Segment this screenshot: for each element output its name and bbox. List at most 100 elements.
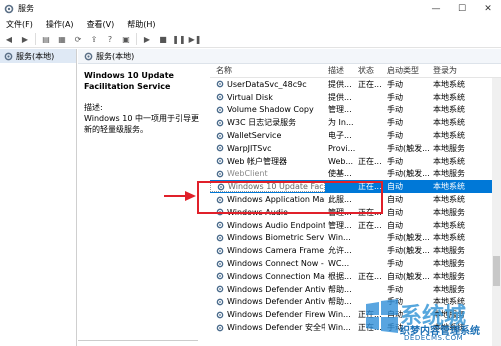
table-row[interactable]: WalletService 电子... 手动 本地系统 [210, 129, 501, 142]
cell-startup-type: 自动 [387, 220, 403, 230]
forward-arrow-icon[interactable]: ▶ [19, 33, 31, 45]
table-row[interactable]: Windows Audio Endpoint B...管理... 正在... 自动 本… [210, 219, 501, 232]
description-label: 描述: [84, 103, 103, 112]
service-name: Windows Defender 安全中... [227, 323, 325, 333]
description-text: Windows 10 中一项用于引导更新的轻量级服务。 [84, 114, 199, 134]
cell-startup-type: 手动(触发... [387, 143, 430, 153]
table-row[interactable]: Volume Shadow Copy 管理... 手动 本地系统 [210, 104, 501, 117]
menu-file[interactable]: 文件(F) [6, 19, 33, 30]
windows-logo-icon [366, 299, 398, 333]
description-pane: Windows 10 Update Facilitation Service 描… [78, 64, 208, 346]
cell-log-on-as: 本地服务 [433, 143, 465, 153]
cell-log-on-as: 本地系统 [433, 131, 465, 141]
cell-description: 帮助... [328, 284, 352, 294]
cell-name: UserDataSvc_48c9c [210, 80, 325, 89]
service-name: Windows Defender Antivir... [227, 284, 325, 294]
cell-description: 管理... [328, 105, 352, 115]
table-row[interactable]: Virtual Disk 提供... 手动 本地系统 [210, 91, 501, 104]
service-gear-icon [216, 221, 224, 229]
cell-startup-type: 手动 [387, 131, 403, 141]
menu-action[interactable]: 操作(A) [46, 19, 74, 30]
cell-name: Windows Defender Antivir... [210, 297, 325, 306]
menu-view[interactable]: 查看(V) [87, 19, 115, 30]
cell-log-on-as: 本地系统 [433, 79, 465, 89]
export-list-icon[interactable]: ⇪ [88, 33, 100, 45]
cell-startup-type: 自动(触发... [387, 271, 430, 281]
cell-startup-type: 手动(触发... [387, 169, 430, 179]
window-title: 服务 [18, 4, 34, 13]
table-row[interactable]: Windows Biometric Service Win... 手动(触发... 本… [210, 232, 501, 245]
help-icon[interactable]: ? [104, 33, 116, 45]
restart-service-icon[interactable]: ▶❚ [189, 33, 202, 45]
services-header: 服务(本地) [78, 49, 501, 64]
column-status[interactable]: 状态 [355, 65, 384, 76]
cell-startup-type: 自动 [387, 182, 403, 192]
column-description[interactable]: 描述 [325, 65, 355, 76]
cell-log-on-as: 本地服务 [433, 259, 465, 269]
service-name: UserDataSvc_48c9c [227, 79, 307, 89]
table-row[interactable]: W3C 日志记录服务 为 In... 手动 本地系统 [210, 116, 501, 129]
gear-icon [4, 52, 13, 60]
close-button[interactable]: ✕ [475, 0, 501, 17]
cell-name: Windows Defender 安全中... [210, 322, 325, 333]
service-name: Windows Audio Endpoint B... [227, 220, 325, 230]
pause-service-icon[interactable]: ❚❚ [172, 33, 185, 45]
table-row[interactable]: Windows Camera Frame S...允许... 手动(触发...本地… [210, 244, 501, 257]
cell-description: 电子... [328, 131, 352, 141]
service-gear-icon [216, 145, 224, 152]
cell-description: Provi... [328, 143, 355, 153]
table-row[interactable]: Windows Connection Man...根据... 正在... 自动(触发… [210, 270, 501, 283]
cell-log-on-as: 本地系统 [433, 195, 465, 205]
refresh-icon[interactable]: ⟳ [72, 33, 84, 45]
toolbar: ◀ ▶ ▤ ▦ ⟳ ⇪ ? ▣ ▶ ■ ❚❚ ▶❚ [0, 31, 501, 48]
column-startup-type[interactable]: 启动类型 [384, 65, 430, 76]
table-row[interactable]: Windows Connect Now - C...WC... 手动 本地服务 [210, 257, 501, 270]
scrollbar-thumb[interactable] [493, 256, 500, 286]
cell-status: 正在... [358, 156, 382, 166]
service-name: WarpJITSvc [227, 143, 272, 153]
cell-startup-type: 手动(触发... [387, 233, 430, 243]
cell-name: Web 帐户管理器 [210, 156, 325, 167]
cell-description: 使基... [328, 169, 352, 179]
service-gear-icon [216, 311, 224, 319]
cell-description: 管理... [328, 220, 352, 230]
watermark-url: DEDECMS.COM [404, 334, 464, 342]
services-header-title: 服务(本地) [96, 51, 135, 61]
service-gear-icon [216, 247, 224, 255]
window-controls: — ☐ ✕ [423, 0, 501, 17]
selected-service-name: Windows 10 Update Facilitation Service [84, 71, 174, 91]
service-gear-icon [216, 273, 224, 280]
properties-icon[interactable]: ▦ [56, 33, 68, 45]
tree-item-services-local[interactable]: 服务(本地) [0, 49, 76, 63]
column-name[interactable]: 名称 [210, 65, 325, 76]
cell-log-on-as: 本地系统 [433, 156, 465, 166]
cell-description: Web... [328, 156, 354, 166]
service-gear-icon [216, 106, 224, 114]
cell-name: W3C 日志记录服务 [210, 117, 325, 128]
maximize-button[interactable]: ☐ [449, 0, 475, 17]
cell-status: 正在... [358, 271, 382, 281]
console-tree-icon[interactable]: ▤ [40, 33, 52, 45]
cell-log-on-as: 本地服务 [433, 246, 465, 256]
table-row[interactable]: WarpJITSvc Provi... 手动(触发... 本地服务 [210, 142, 501, 155]
show-hide-icon[interactable]: ▣ [120, 33, 132, 45]
back-arrow-icon[interactable]: ◀ [3, 33, 15, 45]
cell-description: Win... [328, 233, 351, 243]
cell-name: WalletService [210, 131, 325, 140]
cell-startup-type: 手动 [387, 259, 403, 269]
service-name: Windows Biometric Service [227, 233, 325, 243]
stop-service-icon[interactable]: ■ [157, 33, 169, 45]
table-row[interactable]: UserDataSvc_48c9c 提供... 正在... 手动 本地系统 [210, 78, 501, 91]
menu-help[interactable]: 帮助(H) [127, 19, 155, 30]
cell-log-on-as: 本地系统 [433, 118, 465, 128]
cell-startup-type: 手动 [387, 156, 403, 166]
cell-name: Virtual Disk [210, 93, 325, 102]
column-log-on-as[interactable]: 登录为 [430, 65, 501, 76]
toolbar-separator [136, 33, 137, 45]
minimize-button[interactable]: — [423, 0, 449, 17]
service-gear-icon [216, 260, 224, 267]
start-service-icon[interactable]: ▶ [141, 33, 153, 45]
table-row[interactable]: Web 帐户管理器 Web... 正在... 手动 本地系统 [210, 155, 501, 168]
table-row[interactable]: WebClient 使基... 手动(触发... 本地服务 [210, 168, 501, 181]
service-gear-icon [216, 132, 224, 139]
